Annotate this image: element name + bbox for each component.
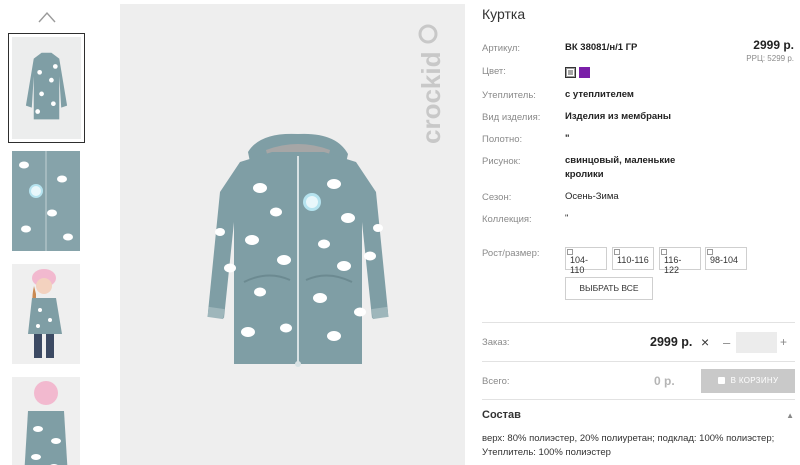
product-price: 2999 р. — [753, 38, 794, 52]
spec-label-product-type: Вид изделия: — [482, 112, 541, 123]
spec-value-product-type: Изделия из мембраны — [565, 111, 672, 122]
times-icon: × — [701, 334, 710, 350]
thumbnail-child-front-image — [12, 264, 80, 364]
rrp-price: РРЦ: 5299 р. — [746, 54, 794, 63]
spec-value-fabric: " — [565, 133, 570, 144]
thumbnail-3[interactable] — [12, 264, 80, 364]
chevron-up-icon[interactable] — [37, 10, 57, 24]
spec-label-insulation: Утеплитель: — [482, 90, 536, 101]
order-label: Заказ: — [482, 337, 510, 348]
composition-text: верх: 80% полиэстер, 20% полиуретан; под… — [482, 433, 775, 458]
main-product-photo: crockid — [120, 4, 465, 465]
crockid-logo: crockid — [416, 24, 446, 145]
product-title: Куртка — [482, 6, 526, 22]
size-checkbox[interactable] — [567, 249, 573, 255]
spec-label-collection: Коллекция: — [482, 214, 532, 225]
spec-value-pattern: свинцовый, маленькие кролики — [565, 155, 676, 180]
size-checkbox[interactable] — [661, 249, 667, 255]
spec-value-insulation: с утеплителем — [565, 89, 634, 100]
select-all-button[interactable]: ВЫБРАТЬ ВСЕ — [565, 277, 653, 300]
spec-label-color: Цвет: — [482, 66, 506, 77]
size-option-label: 104-110 — [570, 255, 589, 275]
quantity-input[interactable] — [736, 332, 777, 353]
size-checkbox[interactable] — [707, 249, 713, 255]
sizes-label: Рост/размер: — [482, 248, 540, 259]
thumbnail-child-back-image — [12, 377, 80, 465]
thumbnail-detail-image — [12, 151, 80, 251]
size-option-104-110[interactable]: 104-110 — [565, 247, 607, 275]
spec-label-fabric: Полотно: — [482, 134, 523, 145]
quantity-decrement-button[interactable]: – — [723, 335, 730, 350]
spec-label-pattern: Рисунок: — [482, 156, 521, 167]
spec-value-season: Осень-Зима — [565, 191, 619, 202]
spec-label-article: Артикул: — [482, 43, 521, 54]
cart-bag-icon — [717, 377, 725, 384]
product-info-panel: Куртка 2999 р. РРЦ: 5299 р. Артикул: ВК … — [482, 0, 800, 465]
size-option-label: 98-104 — [710, 255, 739, 265]
size-option-label: 116-122 — [664, 255, 682, 275]
svg-text:crockid: crockid — [416, 52, 446, 145]
thumbnail-gallery — [8, 0, 86, 465]
size-option-98-104[interactable]: 98-104 — [705, 247, 747, 270]
thumbnail-2[interactable] — [12, 151, 80, 251]
size-option-110-116[interactable]: 110-116 — [612, 247, 654, 270]
spec-value-article: ВК 38081/н/1 ГР — [565, 42, 638, 53]
divider — [482, 399, 795, 400]
thumbnail-1[interactable] — [8, 33, 85, 143]
size-option-label: 110-116 — [617, 255, 649, 265]
spec-label-season: Сезон: — [482, 192, 512, 203]
add-to-cart-label: В КОРЗИНУ — [730, 376, 779, 385]
jacket-image — [207, 133, 389, 367]
thumbnail-4[interactable] — [12, 377, 80, 465]
total-label: Всего: — [482, 376, 510, 387]
order-price: 2999 р. — [650, 335, 693, 349]
quantity-increment-button[interactable]: + — [780, 335, 787, 349]
color-swatch-purple[interactable] — [579, 67, 590, 78]
composition-title[interactable]: Состав — [482, 409, 521, 421]
total-price: 0 р. — [654, 374, 675, 388]
thumbnail-jacket-image — [12, 37, 81, 139]
divider — [482, 361, 795, 362]
size-option-116-122[interactable]: 116-122 — [659, 247, 701, 275]
add-to-cart-button[interactable]: В КОРЗИНУ — [701, 369, 795, 393]
divider — [482, 322, 795, 323]
spec-value-collection: " — [565, 213, 569, 224]
chevron-up-icon[interactable]: ▲ — [786, 411, 794, 420]
color-swatch-gray[interactable] — [565, 67, 576, 78]
size-checkbox[interactable] — [614, 249, 620, 255]
